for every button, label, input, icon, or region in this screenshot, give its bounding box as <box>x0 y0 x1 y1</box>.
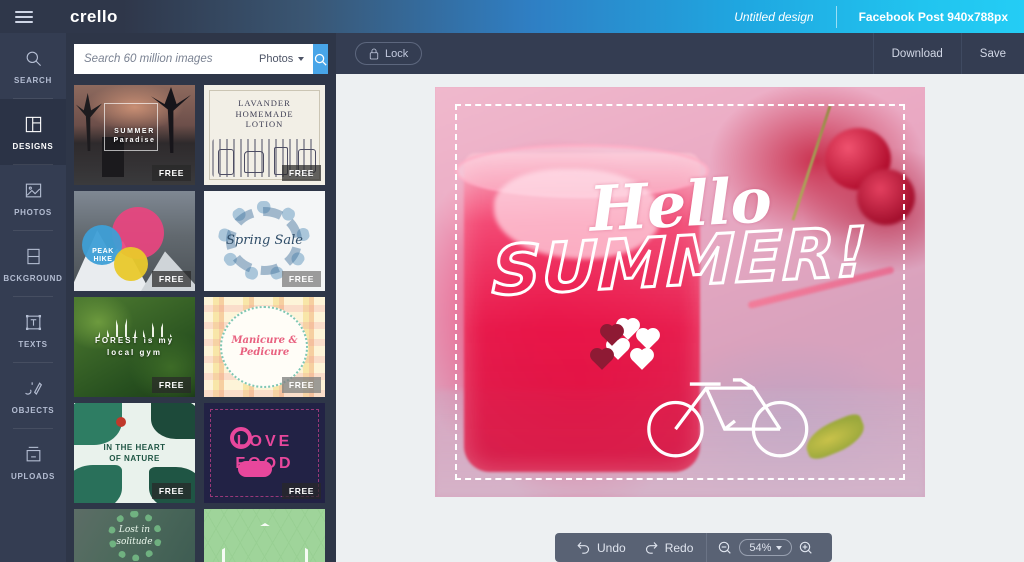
layout-icon <box>22 114 44 136</box>
template-thumbnail[interactable] <box>204 509 325 562</box>
template-thumbnail[interactable]: SUMMER Paradise FREE <box>74 85 195 185</box>
free-badge: FREE <box>282 377 321 393</box>
image-icon <box>22 180 44 202</box>
redo-label: Redo <box>665 541 694 555</box>
lock-icon <box>369 48 379 60</box>
template-thumbnail-scroll[interactable]: SUMMER Paradise FREE LAVANDE <box>66 85 336 562</box>
free-badge: FREE <box>152 483 191 499</box>
redo-button[interactable]: Redo <box>635 540 703 555</box>
search-box: Photos <box>74 44 328 74</box>
search-icon <box>22 48 44 70</box>
pen-icon <box>22 378 44 400</box>
text-box-icon <box>22 312 44 334</box>
search-type-dropdown[interactable]: Photos <box>250 53 313 65</box>
zoom-toolbar-divider <box>706 533 707 562</box>
zoom-out-icon <box>717 540 733 556</box>
thumbnail-caption <box>204 509 325 562</box>
template-thumbnail[interactable]: FOREST is my local gym FREE <box>74 297 195 397</box>
thumbnail-title: LOVE FOOD <box>225 431 305 474</box>
left-icon-rail: SEARCH DESIGNS PHOTOS <box>0 33 66 562</box>
template-thumbnail-selected[interactable]: LOVE FOOD FREE <box>204 403 325 503</box>
chevron-down-icon <box>776 546 782 550</box>
sidebar-item-search[interactable]: SEARCH <box>0 33 66 99</box>
sidebar-item-uploads[interactable]: UPLOADS <box>0 429 66 495</box>
save-button[interactable]: Save <box>962 33 1024 74</box>
download-button[interactable]: Download <box>874 33 961 74</box>
photo-cherry <box>857 169 915 225</box>
upload-icon <box>22 444 44 466</box>
thumbnail-title: FOREST is my local gym <box>90 335 180 359</box>
sidebar-item-label: OBJECTS <box>12 406 55 415</box>
undo-icon <box>576 540 591 555</box>
header-right-group: Untitled design Facebook Post 940x788px <box>712 0 1024 33</box>
crello-editor-app: crello Untitled design Facebook Post 940… <box>0 0 1024 562</box>
free-badge: FREE <box>282 165 321 181</box>
hamburger-menu-icon[interactable] <box>0 0 48 33</box>
canvas-workspace[interactable]: Hello SUMMER! <box>336 74 1024 562</box>
free-badge: FREE <box>152 165 191 181</box>
sidebar-item-label: SEARCH <box>14 76 52 85</box>
sidebar-item-texts[interactable]: TEXTS <box>0 297 66 363</box>
background-icon <box>22 246 44 268</box>
toolbar-actions: Download Save <box>873 33 1024 74</box>
sidebar-item-background[interactable]: BCKGROUND <box>0 231 66 297</box>
undo-button[interactable]: Undo <box>567 540 635 555</box>
template-thumbnail[interactable]: PEAK HIKE FREE <box>74 191 195 291</box>
sidebar-item-label: DESIGNS <box>13 142 54 151</box>
thumbnail-title: Spring Sale <box>226 233 303 249</box>
search-icon <box>313 52 328 67</box>
crello-logo[interactable]: crello <box>70 7 118 27</box>
zoom-out-button[interactable] <box>711 540 739 556</box>
zoom-in-icon <box>798 540 814 556</box>
template-thumbnail[interactable]: LAVANDER HOMEMADE LOTION FREE <box>204 85 325 185</box>
lock-label: Lock <box>385 48 408 60</box>
free-badge: FREE <box>282 271 321 287</box>
chevron-down-icon <box>298 57 304 61</box>
template-grid: SUMMER Paradise FREE LAVANDE <box>74 85 328 562</box>
undo-label: Undo <box>597 541 626 555</box>
template-thumbnail[interactable]: Manicure & Pedicure FREE <box>204 297 325 397</box>
free-badge: FREE <box>152 377 191 393</box>
sidebar-item-label: PHOTOS <box>14 208 52 217</box>
thumbnail-title: LAVANDER HOMEMADE LOTION <box>217 98 313 130</box>
bicycle-icon <box>621 341 837 464</box>
template-thumbnail[interactable]: IN THE HEART OF NATURE FREE <box>74 403 195 503</box>
top-header-bar: crello Untitled design Facebook Post 940… <box>0 0 1024 33</box>
free-badge: FREE <box>282 483 321 499</box>
canvas-toolbar: Lock Download Save <box>336 33 1024 74</box>
thumbnail-title: PEAK HIKE <box>86 248 120 266</box>
zoom-in-button[interactable] <box>792 540 820 556</box>
thumbnail-caption: Lost in solitude <box>74 509 195 562</box>
search-submit-button[interactable] <box>313 44 328 74</box>
lock-button[interactable]: Lock <box>355 42 422 65</box>
bicycle-graphic[interactable] <box>621 341 837 464</box>
thumbnail-title: SUMMER Paradise <box>99 128 171 146</box>
zoom-toolbar: Undo Redo 54% <box>555 533 832 562</box>
search-input[interactable] <box>74 44 250 74</box>
thumbnail-title: Lost in solitude <box>107 525 163 548</box>
sidebar-item-label: TEXTS <box>18 340 47 349</box>
sidebar-item-designs[interactable]: DESIGNS <box>0 99 66 165</box>
zoom-level-value: 54% <box>749 542 771 554</box>
sidebar-item-objects[interactable]: OBJECTS <box>0 363 66 429</box>
canvas-size-label[interactable]: Facebook Post 940x788px <box>837 10 1024 24</box>
design-title[interactable]: Untitled design <box>712 10 835 24</box>
template-thumbnail[interactable]: Spring Sale FREE <box>204 191 325 291</box>
design-canvas[interactable]: Hello SUMMER! <box>435 87 925 497</box>
thumbnail-title: IN THE HEART OF NATURE <box>99 442 171 464</box>
search-type-value: Photos <box>259 53 293 65</box>
template-thumbnail[interactable]: Lost in solitude <box>74 509 195 562</box>
sidebar-item-label: UPLOADS <box>11 472 55 481</box>
thumbnail-title: Manicure & Pedicure <box>230 335 300 360</box>
search-row: Photos <box>66 33 336 85</box>
zoom-level-dropdown[interactable]: 54% <box>739 539 792 556</box>
sidebar-item-label: BCKGROUND <box>3 274 62 283</box>
sidebar-item-photos[interactable]: PHOTOS <box>0 165 66 231</box>
templates-panel: Photos <box>66 33 336 562</box>
redo-icon <box>644 540 659 555</box>
free-badge: FREE <box>152 271 191 287</box>
